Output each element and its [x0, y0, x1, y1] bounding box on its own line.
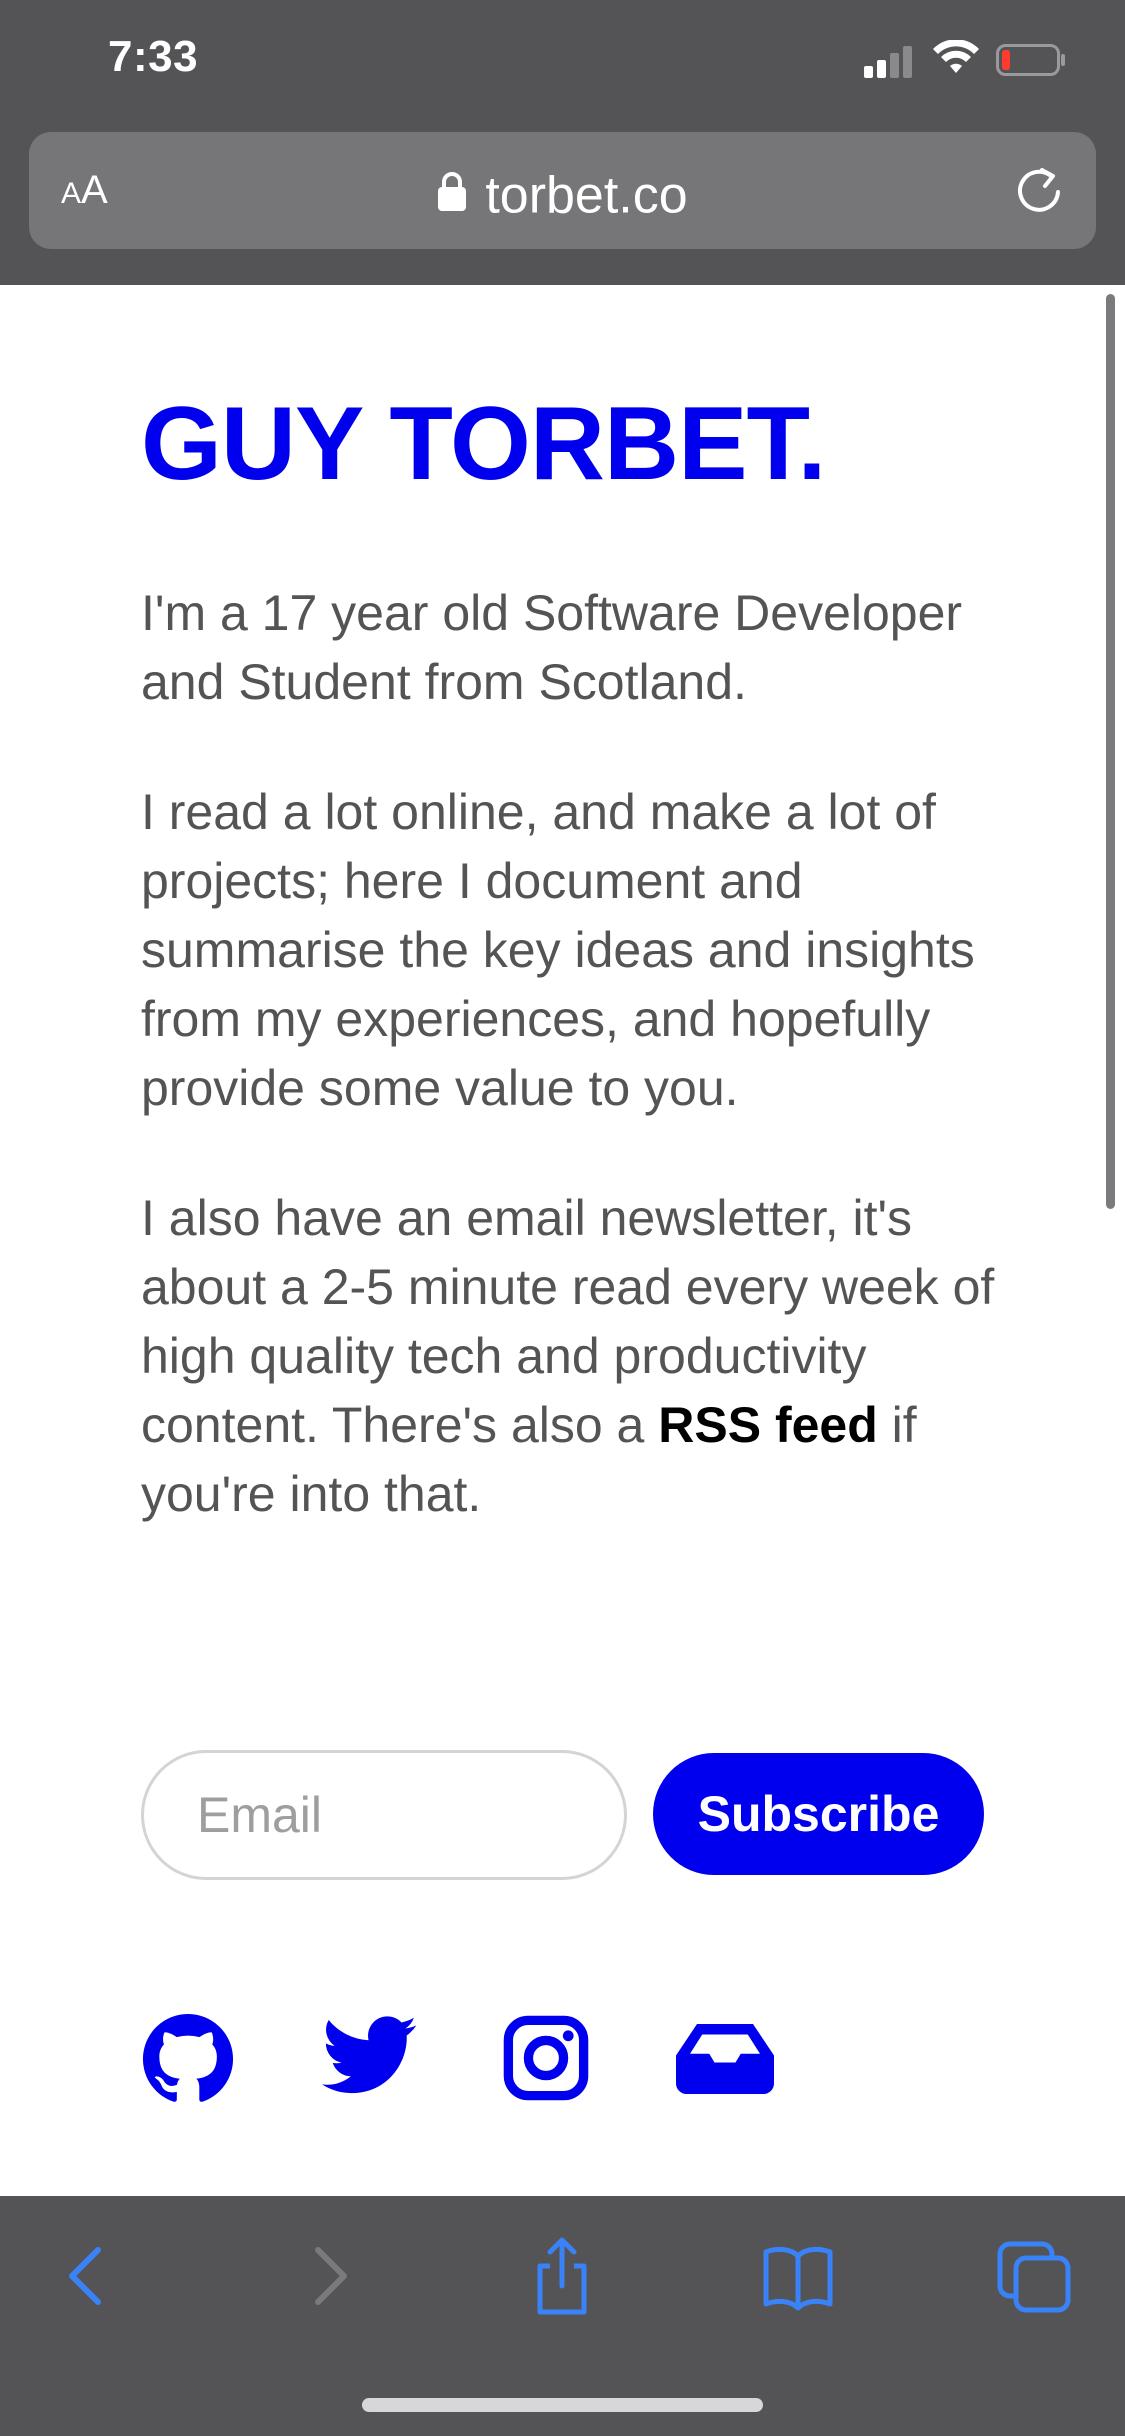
instagram-icon [503, 2015, 589, 2101]
twitter-icon [322, 2016, 417, 2094]
home-indicator [362, 2398, 763, 2412]
bookmarks-icon[interactable] [758, 2236, 838, 2316]
tabs-icon[interactable] [996, 2236, 1076, 2316]
status-bar: 7:33 [0, 0, 1125, 132]
site-title: GUY TORBET. [141, 386, 826, 502]
intro-paragraph: I'm a 17 year old Software Developer and… [141, 585, 963, 710]
subscribe-button[interactable]: Subscribe [653, 1753, 984, 1875]
address-bar[interactable]: AA torbet.co [29, 132, 1096, 249]
scroll-indicator[interactable] [1106, 294, 1115, 1209]
status-time: 7:33 [108, 32, 199, 81]
inbox-icon [676, 2024, 774, 2094]
email-input[interactable] [141, 1750, 627, 1880]
url-text: torbet.co [485, 166, 688, 225]
newsletter-paragraph: I also have an email newsletter, it's ab… [141, 1190, 995, 1522]
forward-icon[interactable] [288, 2236, 368, 2316]
url-display[interactable]: torbet.co [29, 162, 1096, 225]
about-paragraph: I read a lot online, and make a lot of p… [141, 784, 975, 1116]
browser-address-area: AA torbet.co [0, 132, 1125, 285]
newsletter-inbox-link[interactable] [676, 2024, 774, 2099]
cellular-signal-icon [864, 46, 914, 78]
back-icon[interactable] [48, 2236, 128, 2316]
battery-icon [996, 44, 1065, 76]
social-links [141, 2012, 981, 2112]
wifi-icon [933, 40, 979, 73]
share-icon[interactable] [522, 2236, 602, 2316]
github-icon [142, 2013, 234, 2102]
lock-icon [438, 172, 467, 212]
github-link[interactable] [141, 2012, 235, 2111]
newsletter-form: Subscribe [141, 1750, 984, 1880]
rss-feed-link[interactable]: RSS feed [658, 1397, 878, 1453]
page-content: GUY TORBET. I'm a 17 year old Software D… [141, 285, 1001, 1529]
reload-icon[interactable] [1011, 162, 1067, 218]
instagram-link[interactable] [503, 2015, 589, 2106]
twitter-link[interactable] [322, 2014, 418, 2109]
